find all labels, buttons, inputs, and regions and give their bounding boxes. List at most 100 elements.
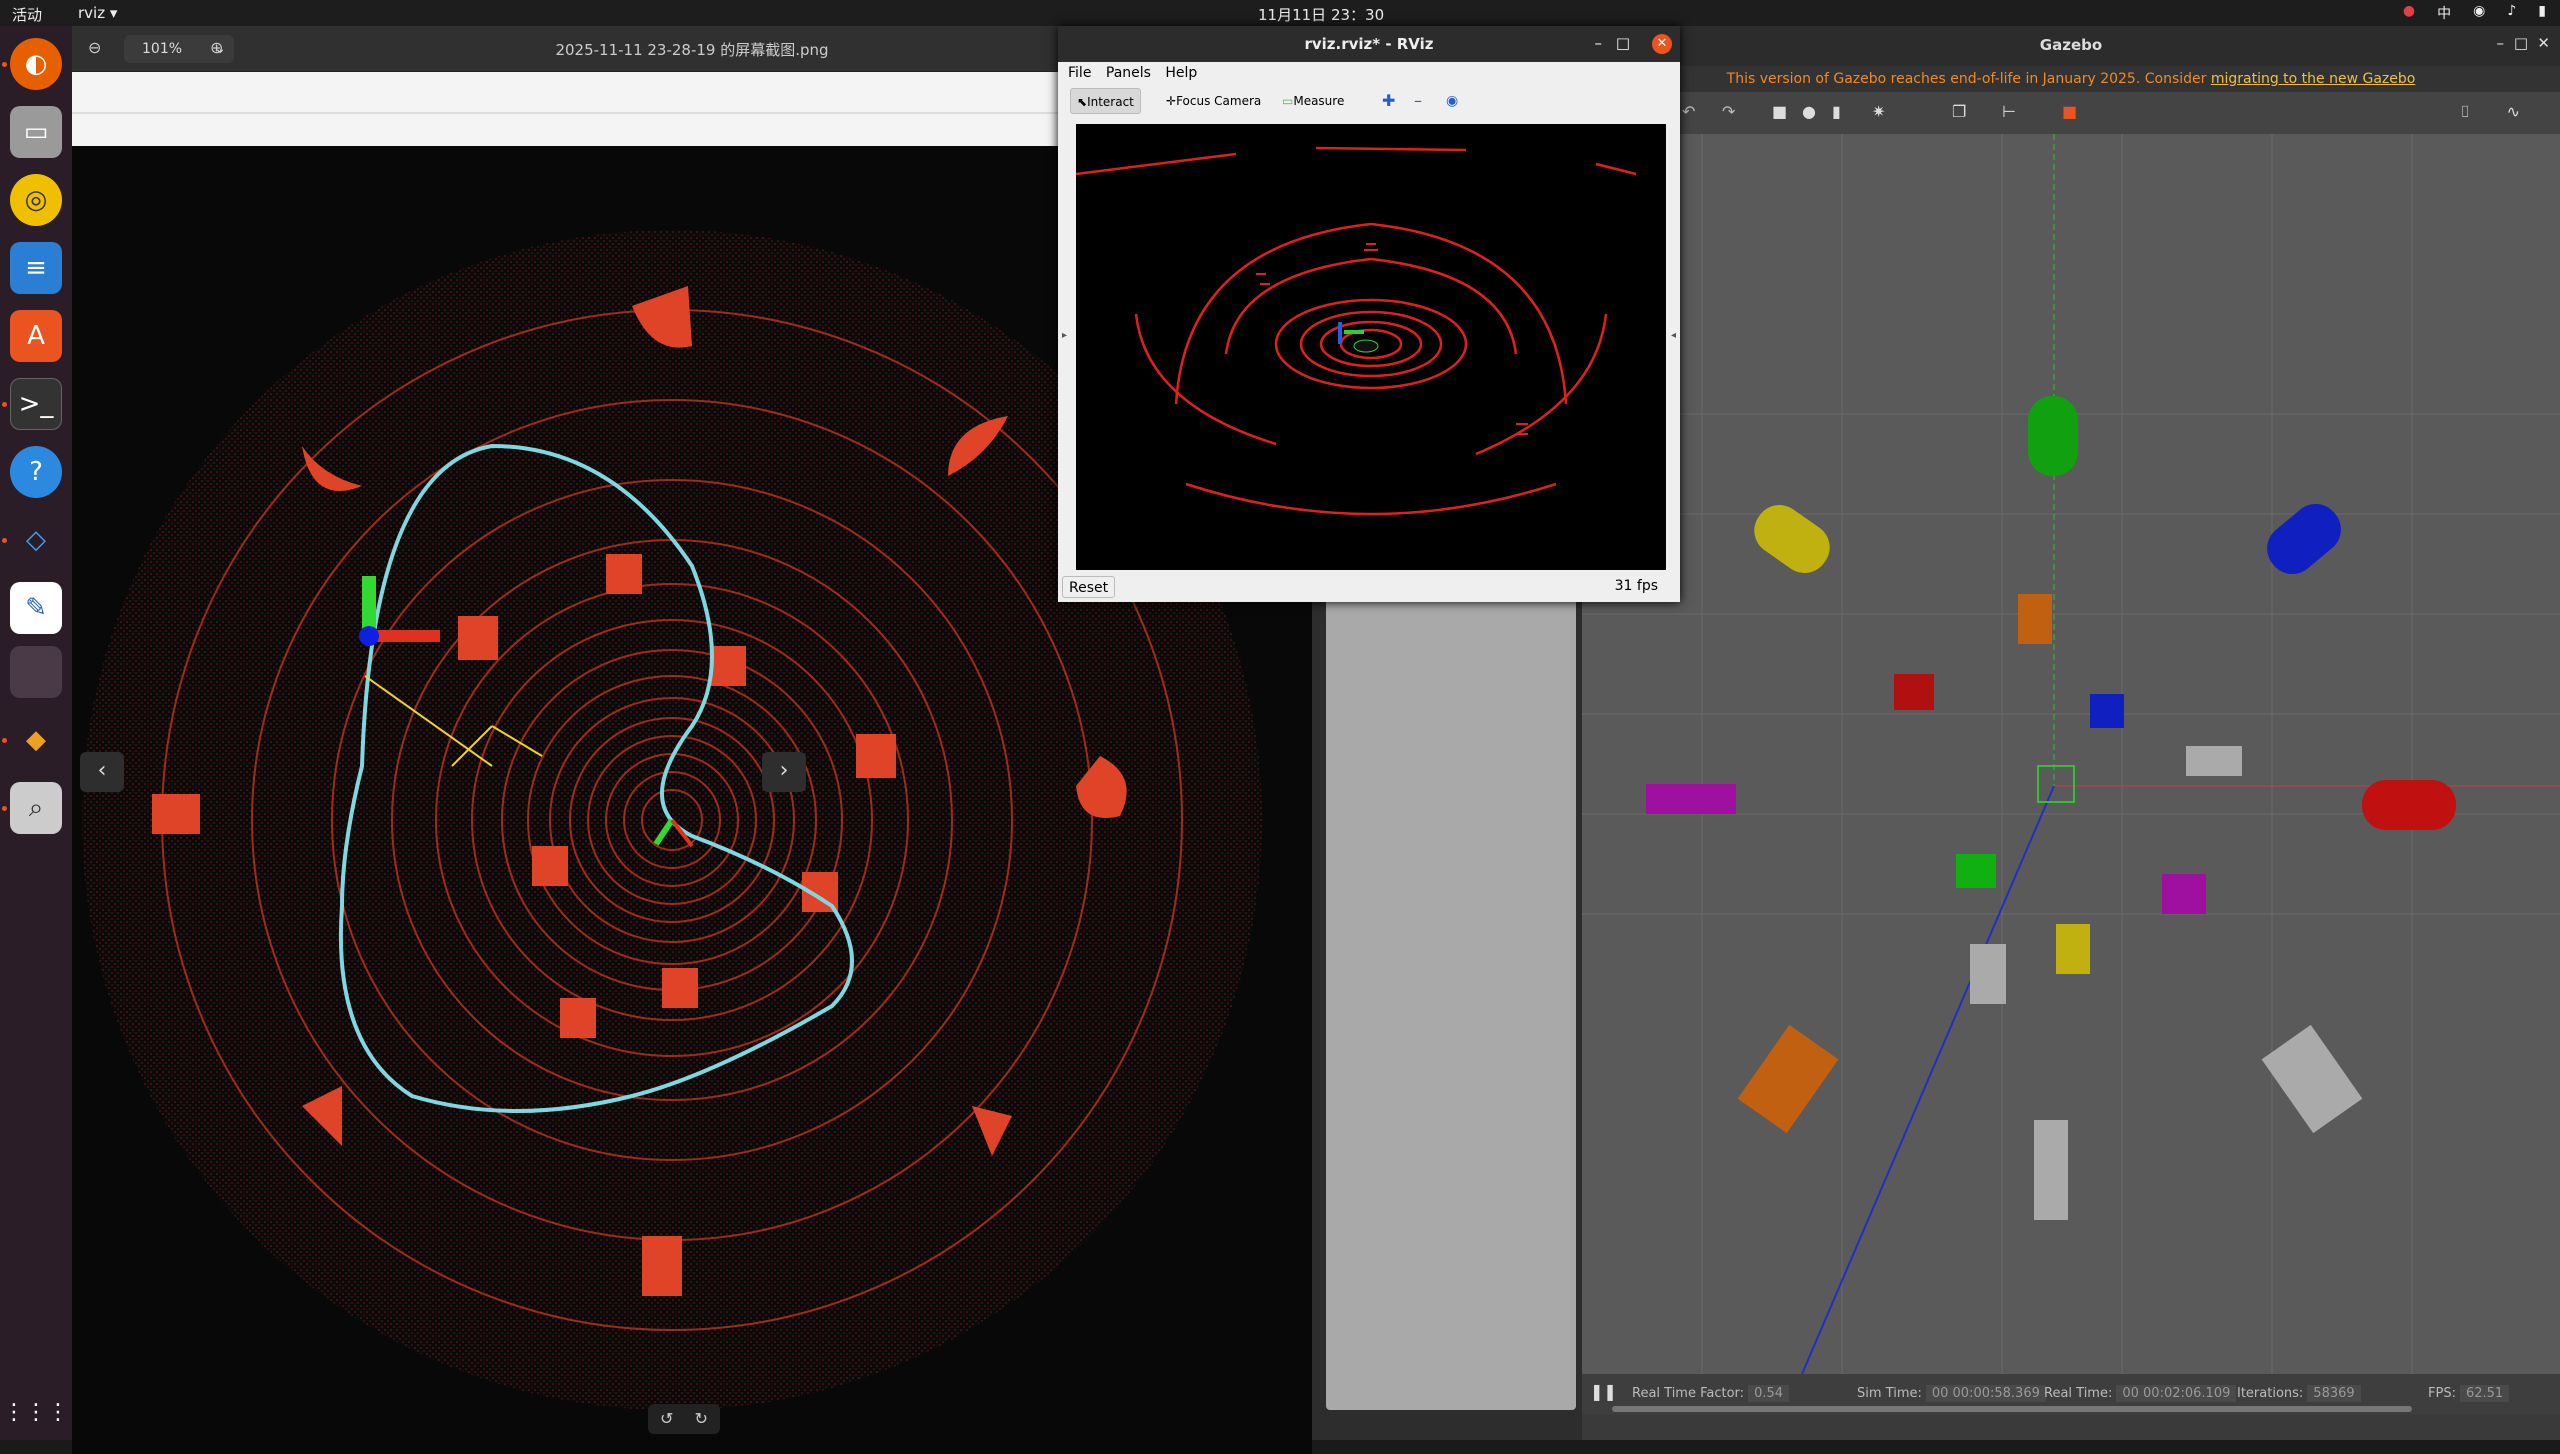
app-menu[interactable]: rviz ▾ (78, 4, 117, 22)
boxes (1646, 594, 2363, 1220)
software-center-icon[interactable]: A (10, 310, 62, 362)
focus-camera-label: Focus Camera (1176, 94, 1262, 108)
show-apps-icon[interactable]: ⋮⋮⋮ (3, 1386, 69, 1438)
firefox-icon[interactable]: ◐ (10, 38, 62, 90)
close-icon[interactable]: ✕ (2537, 34, 2550, 52)
clock[interactable]: 11月11日 23：30 (1258, 4, 1384, 25)
tool-properties-icon[interactable]: ◉ (1440, 88, 1464, 114)
cylinders (1754, 396, 2456, 830)
rviz-title: rviz.rviz* - RViz (1304, 35, 1434, 53)
gazebo-3d-view[interactable] (1582, 134, 2560, 1375)
gazebo-scene (1582, 134, 2560, 1375)
sim-time-value: 00 00:00:58.369 (1925, 1385, 2046, 1402)
rviz-toolbar: ⬉Interact ✛Focus Camera ▭Measure ✚ – ◉ (1058, 84, 1680, 118)
activities-button[interactable]: 活动 (12, 4, 42, 25)
gazebo-toolbar: ↶ ↷ ■ ● ▮ ✷ ❐ ⊢ ■ ⌷ ∿ (1582, 92, 2560, 134)
dock: ◐ ▭ ◎ ≡ A >_ ? ◇ ✎ ◆ ⌕ ⋮⋮⋮ (0, 26, 72, 1440)
real-time-label: Real Time: (2044, 1386, 2113, 1401)
image-viewer-icon[interactable]: ⌕ (10, 782, 62, 834)
terminal-icon[interactable]: >_ (10, 378, 62, 430)
zoom-level: 101% (142, 41, 183, 57)
files-icon[interactable]: ▭ (10, 106, 62, 158)
cylinder-shape-icon[interactable]: ▮ (1832, 102, 1841, 121)
eol-warning: This version of Gazebo reaches end-of-li… (1582, 66, 2560, 92)
rviz-bottom-bar: Reset 31 fps (1058, 574, 1680, 602)
prev-label: ‹ (97, 758, 107, 783)
running-indicator (2, 538, 7, 543)
left-dock-handle[interactable]: ▸ (1062, 330, 1067, 341)
input-method-indicator[interactable]: 中 (2437, 3, 2451, 23)
running-indicator (2, 806, 7, 811)
interact-tool-button[interactable]: ⬉Interact (1070, 88, 1141, 114)
pause-icon[interactable]: ❚❚ (1590, 1382, 1617, 1401)
zoom-in-icon[interactable]: ⊕ (210, 38, 223, 57)
warning-text: This version of Gazebo reaches end-of-li… (1726, 71, 2211, 87)
z-axis-marker (1338, 322, 1342, 344)
align-icon[interactable]: ⊢ (2002, 102, 2016, 121)
rviz-pointcloud (1075, 146, 1637, 516)
scan-clusters (1256, 243, 1528, 435)
writer-icon[interactable]: ≡ (10, 242, 62, 294)
add-tool-icon[interactable]: ✚ (1376, 88, 1401, 114)
real-time-value: 00 00:02:06.109 (2116, 1385, 2237, 1402)
z-axis (1801, 785, 2055, 1375)
menu-file[interactable]: File (1068, 65, 1091, 81)
remove-tool-icon[interactable]: – (1408, 88, 1428, 114)
gazebo-title: Gazebo (2039, 36, 2103, 54)
menu-panels[interactable]: Panels (1106, 65, 1151, 81)
iterations-label: Iterations: (2237, 1386, 2304, 1401)
box-shape-icon[interactable]: ■ (1772, 102, 1787, 121)
app-menu-label: rviz (78, 4, 106, 22)
rviz-render-view[interactable] (1075, 124, 1666, 570)
zoom-out-icon[interactable]: ⊖ (88, 38, 101, 57)
do-not-disturb-icon: ● (2402, 3, 2416, 19)
horizontal-scrollbar[interactable] (1612, 1406, 2412, 1412)
reset-button[interactable]: Reset (1062, 576, 1116, 598)
undo-icon[interactable]: ↶ (1682, 102, 1695, 121)
help-icon[interactable]: ? (10, 446, 62, 498)
rviz-window: rviz.rviz* - RViz – □ ✕ File Panels Help… (1058, 26, 1680, 602)
wifi-icon: ◉ (2473, 3, 2486, 19)
close-icon[interactable]: ✕ (1652, 34, 1672, 54)
rhythmbox-icon[interactable]: ◎ (10, 174, 62, 226)
rotate-controls: ↺ ↻ (648, 1404, 720, 1434)
right-dock-handle[interactable]: ◂ (1671, 330, 1676, 341)
iterations-value: 58369 (2307, 1385, 2361, 1402)
gazebo-window: Gazebo – □ ✕ This version of Gazebo reac… (1582, 26, 2560, 1440)
change-view-icon[interactable]: ■ (2062, 102, 2077, 121)
robot-selection (2037, 765, 2075, 803)
screenshot-icon[interactable]: ⌷ (2460, 102, 2470, 122)
copy-icon[interactable]: ❐ (1952, 102, 1966, 121)
maximize-icon[interactable]: □ (1616, 34, 1630, 52)
battery-icon: ▮ (2538, 3, 2546, 19)
measure-tool-button[interactable]: ▭Measure (1276, 88, 1350, 114)
redo-icon[interactable]: ↷ (1722, 102, 1735, 121)
system-tray[interactable]: ● 中 ◉ ♪ ▮ (2403, 3, 2546, 23)
rotate-right-icon[interactable]: ↻ (695, 1409, 708, 1428)
focus-camera-tool-button[interactable]: ✛Focus Camera (1160, 88, 1267, 114)
rviz-titlebar: rviz.rviz* - RViz – □ ✕ (1058, 26, 1680, 62)
rtf-label: Real Time Factor: (1632, 1386, 1745, 1401)
rotate-left-icon[interactable]: ↺ (660, 1409, 673, 1428)
minimize-icon[interactable]: – (1595, 34, 1603, 52)
measure-label: Measure (1293, 94, 1345, 108)
minimize-icon[interactable]: – (2497, 34, 2505, 52)
menu-help[interactable]: Help (1165, 65, 1197, 81)
running-indicator (2, 738, 7, 743)
interact-label: Interact (1087, 95, 1134, 109)
sphere-shape-icon[interactable]: ● (1802, 102, 1816, 121)
point-light-icon[interactable]: ✷ (1872, 102, 1885, 121)
rviz-dock-icon[interactable] (10, 646, 62, 698)
previous-image-button[interactable]: ‹ (80, 752, 124, 792)
vscode-icon[interactable]: ◇ (10, 514, 62, 566)
text-editor-icon[interactable]: ✎ (10, 582, 62, 634)
migration-link[interactable]: migrating to the new Gazebo (2211, 71, 2416, 87)
next-image-button[interactable]: › (762, 752, 806, 792)
top-bar: 活动 rviz ▾ 11月11日 23：30 ● 中 ◉ ♪ ▮ (0, 0, 2560, 26)
maximize-icon[interactable]: □ (2514, 34, 2528, 52)
gazebo-icon[interactable]: ◆ (10, 714, 62, 766)
viewer-title: 2025-11-11 23-28-19 的屏幕截图.png (555, 41, 829, 59)
plot-icon[interactable]: ∿ (2507, 102, 2520, 121)
gazebo-titlebar: Gazebo – □ ✕ (1582, 26, 2560, 66)
volume-icon: ♪ (2507, 3, 2517, 19)
